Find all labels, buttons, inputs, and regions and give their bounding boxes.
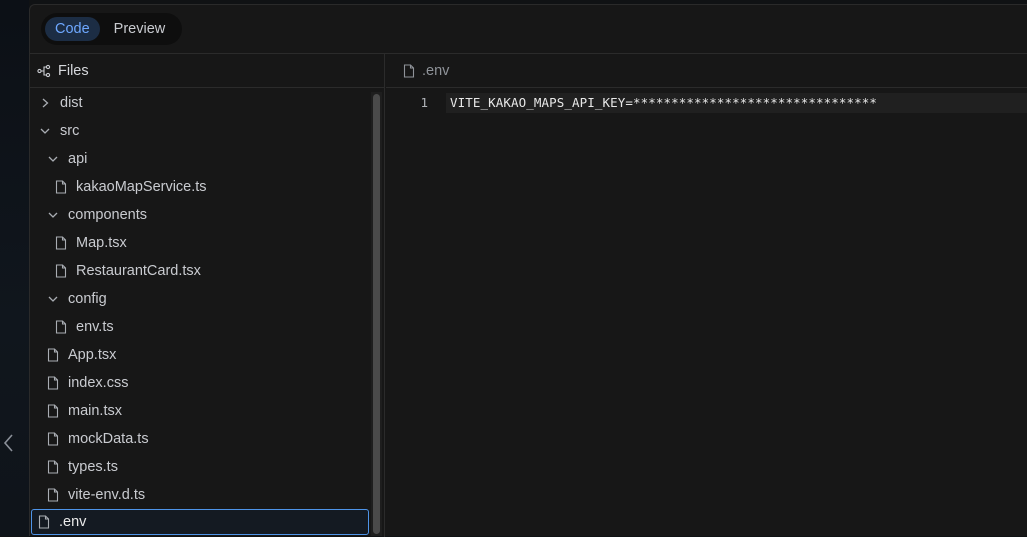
tree-item-label: src	[60, 123, 80, 139]
tree-folder[interactable]: components	[30, 201, 370, 229]
file-icon	[47, 432, 59, 446]
tree-file[interactable]: kakaoMapService.ts	[30, 173, 370, 201]
file-icon	[47, 488, 59, 502]
editor-tab-label: .env	[422, 62, 450, 79]
files-title: Files	[58, 62, 89, 79]
view-toggle: Code Preview	[41, 13, 182, 45]
tree-item-label: index.css	[68, 375, 129, 391]
tree-scrollbar[interactable]	[371, 92, 382, 536]
code-editor: .env 1 VITE_KAKAO_MAPS_API_KEY=*********…	[386, 54, 1027, 537]
file-explorer: Files dist src api kakaoMapService.ts compon…	[30, 54, 385, 537]
file-icon	[55, 264, 67, 278]
tree-folder[interactable]: dist	[30, 89, 370, 117]
chevron-down-icon	[47, 292, 59, 306]
tree-item-label: dist	[60, 95, 83, 111]
tree-item-label: App.tsx	[68, 347, 117, 363]
tree-file[interactable]: vite-env.d.ts	[30, 481, 370, 509]
scrollbar-thumb[interactable]	[373, 94, 380, 534]
file-icon	[47, 460, 59, 474]
tree-folder[interactable]: api	[30, 145, 370, 173]
chevron-left-icon[interactable]	[2, 432, 16, 454]
file-icon	[47, 348, 59, 362]
outer-left-strip	[0, 0, 29, 536]
chevron-down-icon	[47, 208, 59, 222]
tree-file[interactable]: mockData.ts	[30, 425, 370, 453]
code-tab-button[interactable]: Code	[45, 17, 100, 41]
chevron-down-icon	[47, 152, 59, 166]
tree-item-label: api	[68, 151, 88, 167]
tree-item-label: Map.tsx	[76, 235, 127, 251]
tree-file[interactable]: main.tsx	[30, 397, 370, 425]
chevron-down-icon	[39, 124, 51, 138]
tree-file[interactable]: index.css	[30, 369, 370, 397]
tree-item-label: components	[68, 207, 147, 223]
code-line[interactable]: 1 VITE_KAKAO_MAPS_API_KEY=**************…	[386, 93, 1027, 113]
file-icon	[403, 63, 415, 78]
tree-file[interactable]: .env	[31, 509, 369, 535]
editor-tab[interactable]: .env	[386, 54, 1027, 88]
file-icon	[55, 236, 67, 250]
topbar: Code Preview	[30, 5, 1027, 54]
tree-file[interactable]: RestaurantCard.tsx	[30, 257, 370, 285]
tree-item-label: env.ts	[76, 319, 114, 335]
workspace-panel: Code Preview Files dist src api kakaoMapSer…	[29, 4, 1027, 537]
file-icon	[55, 320, 67, 334]
file-icon	[47, 376, 59, 390]
preview-tab-button[interactable]: Preview	[104, 17, 176, 41]
tree-folder[interactable]: config	[30, 285, 370, 313]
tree-item-label: main.tsx	[68, 403, 122, 419]
tree-item-label: vite-env.d.ts	[68, 487, 146, 503]
tree-item-label: RestaurantCard.tsx	[76, 263, 201, 279]
tree-file[interactable]: Map.tsx	[30, 229, 370, 257]
tree-item-label: config	[68, 291, 107, 307]
tree-item-label: kakaoMapService.ts	[76, 179, 207, 195]
tree-item-label: types.ts	[68, 459, 118, 475]
tree-item-label: mockData.ts	[68, 431, 149, 447]
line-number: 1	[420, 95, 428, 110]
tree-file[interactable]: env.ts	[30, 313, 370, 341]
tree-file[interactable]: types.ts	[30, 453, 370, 481]
file-icon	[55, 180, 67, 194]
file-icon	[38, 515, 50, 529]
tree-item-label: .env	[59, 514, 87, 530]
tree-file[interactable]: App.tsx	[30, 341, 370, 369]
file-icon	[47, 404, 59, 418]
tree-folder[interactable]: src	[30, 117, 370, 145]
file-tree: dist src api kakaoMapService.ts components Ma…	[30, 89, 370, 537]
files-header: Files	[30, 54, 384, 88]
tree-structure-icon	[37, 64, 51, 77]
chevron-right-icon	[39, 96, 51, 110]
line-content[interactable]: VITE_KAKAO_MAPS_API_KEY=****************…	[450, 95, 877, 110]
